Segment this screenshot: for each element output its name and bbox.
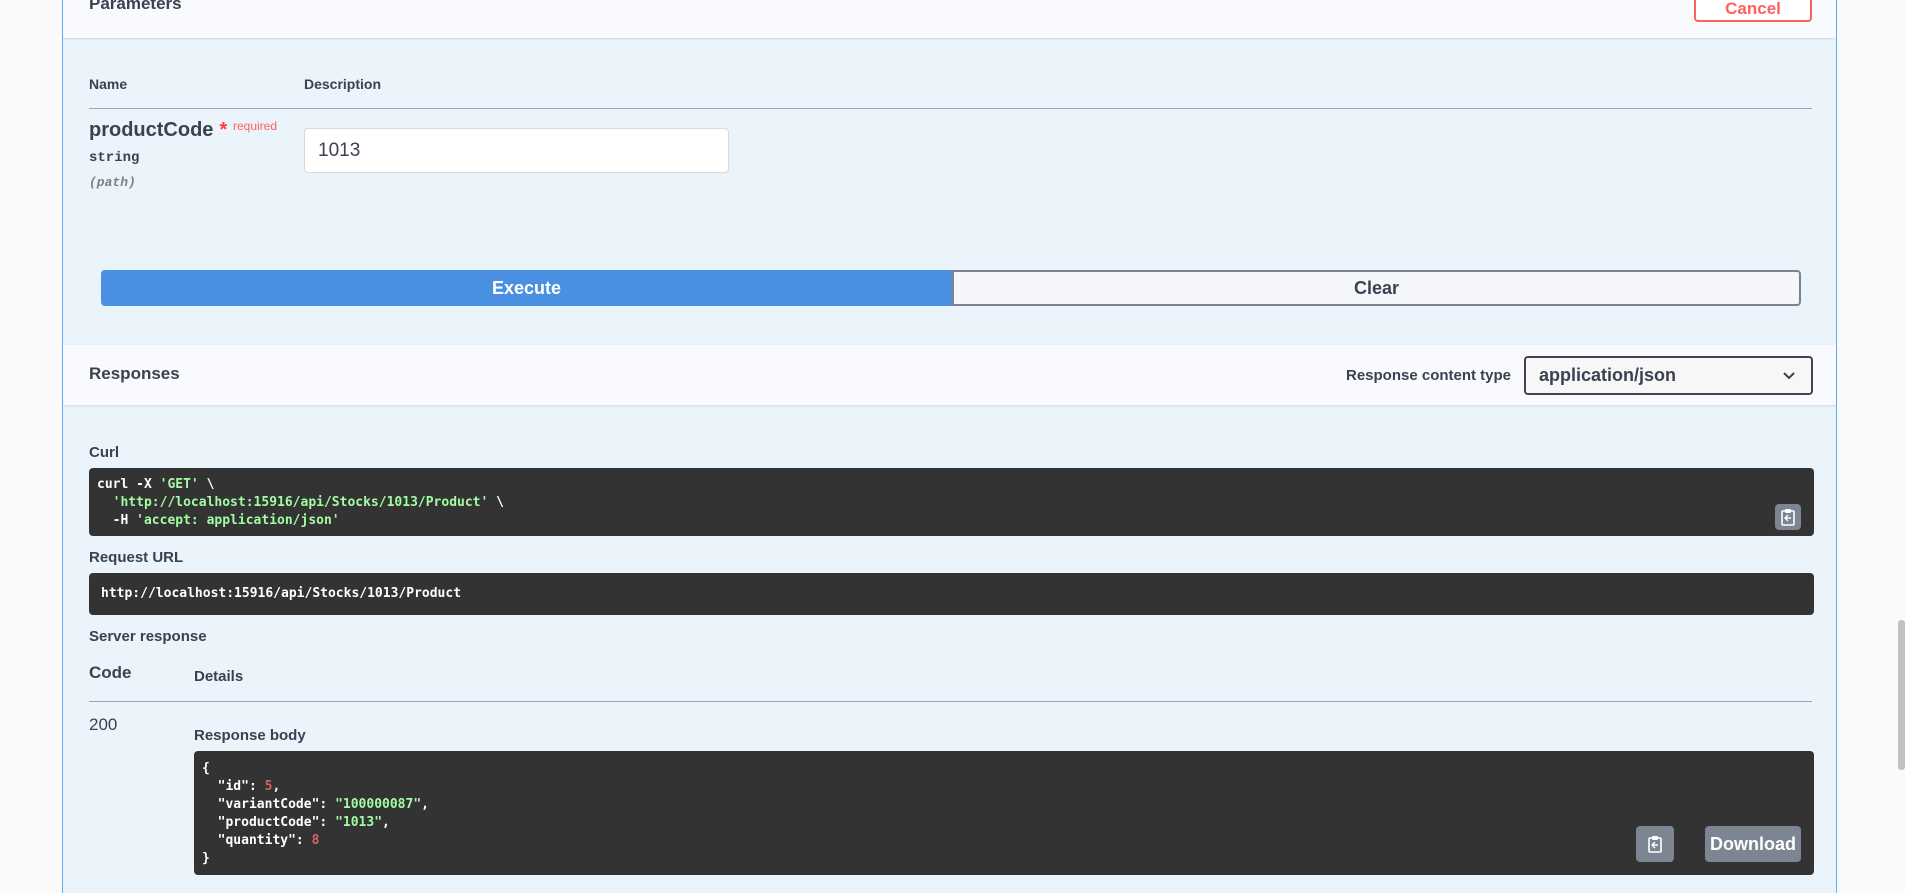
response-body-label: Response body — [194, 727, 306, 744]
parameters-header: Parameters Cancel — [63, 0, 1836, 38]
parameter-location: (path) — [89, 175, 136, 190]
download-button[interactable]: Download — [1705, 826, 1801, 862]
response-content-type-label: Response content type — [1346, 367, 1512, 384]
column-header-description: Description — [304, 76, 382, 92]
copy-curl-button[interactable] — [1775, 504, 1801, 530]
curl-code-block: curl -X 'GET' \ 'http://localhost:15916/… — [89, 468, 1814, 536]
parameter-type: string — [89, 150, 140, 166]
parameter-name: productCode * — [89, 119, 228, 141]
details-column-header: Details — [194, 668, 244, 685]
clipboard-copy-icon — [1648, 836, 1662, 853]
response-status-code: 200 — [89, 715, 118, 734]
response-content-type-select[interactable]: application/json — [1524, 356, 1813, 395]
responses-title: Responses — [89, 364, 180, 383]
chevron-down-icon — [1783, 358, 1795, 393]
curl-label: Curl — [89, 444, 119, 461]
cancel-button[interactable]: Cancel — [1694, 0, 1812, 22]
required-star: * — [219, 119, 228, 141]
response-body-block: { "id": 5, "variantCode": "100000087", "… — [194, 751, 1814, 875]
clipboard-copy-icon — [1781, 509, 1795, 526]
product-code-input[interactable] — [304, 128, 729, 173]
clear-button[interactable]: Clear — [952, 270, 1801, 306]
parameters-title: Parameters — [89, 0, 182, 13]
execute-button[interactable]: Execute — [101, 270, 952, 306]
curl-command: curl -X 'GET' \ 'http://localhost:15916/… — [97, 477, 504, 528]
page-scrollbar[interactable] — [1898, 620, 1905, 770]
operation-panel: Parameters Cancel Name Description produ… — [62, 0, 1837, 893]
request-url: http://localhost:15916/api/Stocks/1013/P… — [101, 586, 462, 601]
server-response-label: Server response — [89, 628, 207, 645]
request-url-label: Request URL — [89, 549, 184, 566]
required-label: required — [233, 119, 278, 133]
response-body: { "id": 5, "variantCode": "100000087", "… — [202, 761, 429, 866]
copy-response-button[interactable] — [1636, 826, 1674, 862]
response-table-divider — [89, 701, 1812, 702]
code-column-header: Code — [89, 663, 132, 682]
request-url-block: http://localhost:15916/api/Stocks/1013/P… — [89, 573, 1814, 615]
column-header-name: Name — [89, 76, 128, 92]
table-header-divider — [89, 108, 1812, 109]
